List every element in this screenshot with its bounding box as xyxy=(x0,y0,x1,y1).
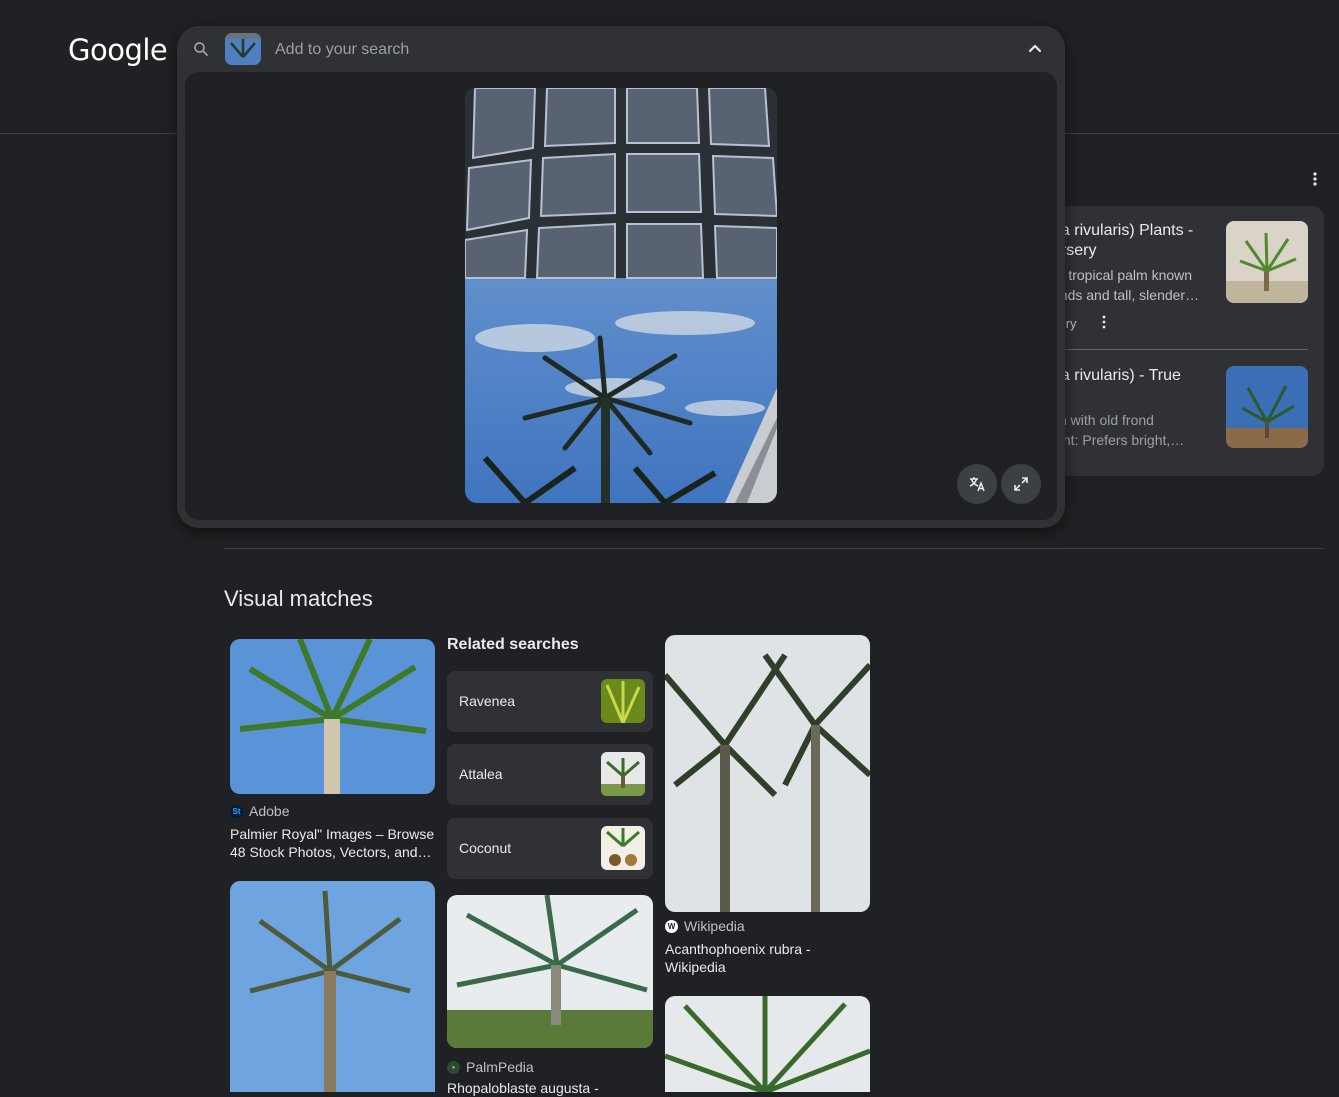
related-search-chip[interactable]: Attalea xyxy=(447,744,653,805)
visual-match-image[interactable] xyxy=(230,639,435,794)
source-line[interactable]: St Adobe xyxy=(230,803,289,819)
visual-match-image[interactable] xyxy=(447,895,653,1048)
card-divider xyxy=(1052,349,1308,350)
more-vert-icon[interactable] xyxy=(1306,170,1324,188)
adobe-icon: St xyxy=(230,804,243,818)
chevron-up-icon[interactable] xyxy=(1026,40,1044,58)
chip-thumbnail xyxy=(601,679,645,723)
search-icon[interactable] xyxy=(192,40,210,58)
translate-button[interactable] xyxy=(957,464,997,504)
related-search-chip[interactable]: Ravenea xyxy=(447,671,653,732)
chip-label: Attalea xyxy=(459,766,503,782)
source-name: Wikipedia xyxy=(684,918,745,934)
visual-match-title[interactable]: Palmier Royal" Images – Browse 48 Stock … xyxy=(230,825,435,861)
source-line[interactable]: • PalmPedia xyxy=(447,1059,534,1075)
visual-match-title[interactable]: Rhopaloblaste augusta - xyxy=(447,1079,653,1097)
result-title[interactable]: ea rivularis) - True xyxy=(1052,366,1222,386)
google-logo[interactable]: Google xyxy=(68,33,168,67)
more-vert-icon[interactable] xyxy=(1096,314,1112,330)
source-line[interactable]: W Wikipedia xyxy=(665,918,745,934)
query-image-preview[interactable] xyxy=(465,88,777,503)
search-input[interactable] xyxy=(273,36,997,64)
image-preview-area xyxy=(185,72,1057,520)
result-title[interactable]: ea rivularis) Plants - ursery xyxy=(1052,221,1222,261)
source-name: PalmPedia xyxy=(466,1059,534,1075)
chip-label: Coconut xyxy=(459,840,512,856)
visual-match-image[interactable] xyxy=(665,635,870,912)
result-thumbnail[interactable] xyxy=(1226,221,1308,303)
expand-button[interactable] xyxy=(1001,464,1041,504)
visual-match-image[interactable] xyxy=(230,881,435,1092)
source-name: Adobe xyxy=(249,803,290,819)
search-panel xyxy=(177,26,1065,528)
query-image-thumbnail[interactable] xyxy=(225,33,261,65)
chip-label: Ravenea xyxy=(459,693,516,709)
section-divider xyxy=(224,548,1324,549)
palmpedia-icon: • xyxy=(447,1060,460,1074)
chip-thumbnail xyxy=(601,826,645,870)
visual-match-image[interactable] xyxy=(665,996,870,1092)
related-search-chip[interactable]: Coconut xyxy=(447,818,653,879)
visual-matches-heading: Visual matches xyxy=(224,586,373,611)
translate-icon xyxy=(969,477,985,492)
expand-icon xyxy=(1014,477,1028,491)
related-searches-heading: Related searches xyxy=(447,636,579,653)
visual-match-title[interactable]: Acanthophoenix rubra - Wikipedia xyxy=(665,940,870,976)
result-snippet: ar tropical palm known onds and tall, sl… xyxy=(1052,267,1200,303)
wikipedia-icon: W xyxy=(665,919,678,933)
result-thumbnail[interactable] xyxy=(1226,366,1308,448)
result-snippet: lm with old frond ight: Prefers bright,… xyxy=(1052,412,1185,448)
chip-thumbnail xyxy=(601,752,645,796)
